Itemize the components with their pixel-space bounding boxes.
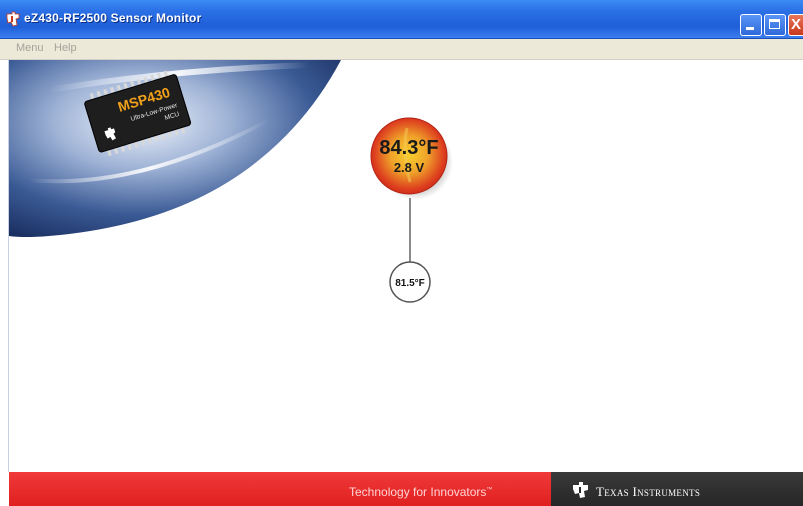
menu-bar: Menu Help	[0, 39, 803, 60]
footer-tagline: Technology for Innovators™	[349, 485, 493, 499]
menu-item-menu[interactable]: Menu	[16, 42, 44, 54]
maximize-button[interactable]	[764, 14, 786, 36]
msp430-banner: MSP430 Ultra-Low-Power MCU	[9, 60, 341, 237]
access-point-temperature: 84.3°F	[379, 137, 438, 159]
ti-logo-icon	[573, 482, 588, 498]
close-icon: X	[791, 16, 802, 33]
trademark-mark: ™	[486, 487, 493, 493]
minimize-button[interactable]	[740, 14, 762, 36]
menu-item-help[interactable]: Help	[54, 42, 77, 54]
title-bar[interactable]: eZ430-RF2500 Sensor Monitor X	[0, 0, 803, 39]
close-button[interactable]: X	[788, 14, 803, 36]
window-title: eZ430-RF2500 Sensor Monitor	[24, 11, 202, 25]
ti-logo-icon	[6, 11, 20, 27]
app-window: eZ430-RF2500 Sensor Monitor X Menu Help	[0, 0, 803, 506]
end-device-temperature: 81.5°F	[395, 278, 425, 289]
company-name: Texas Instruments	[596, 484, 701, 499]
access-point-voltage: 2.8 V	[394, 160, 425, 175]
